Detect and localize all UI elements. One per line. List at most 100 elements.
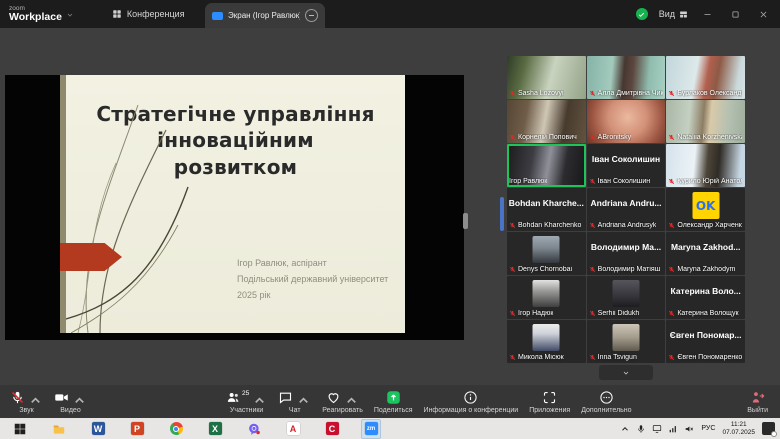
participant-tile[interactable]: Maryna Zakhod...Maryna Zakhodym [666,232,745,275]
taskbar-chrome-icon[interactable] [167,420,185,438]
conference-menu-item[interactable]: Конференция [112,9,185,19]
security-shield-icon[interactable] [636,8,648,20]
hidden-icons-icon[interactable] [620,424,630,434]
participant-label: Корнелій Попович [509,134,577,141]
participant-label: Алла Дмитрівна Чик... [589,90,663,97]
toolbar-label: Приложения [529,407,570,414]
participant-label-text: Nataliia Korzhenivska [677,134,742,141]
toolbar-leave-button[interactable]: Выйти [747,390,768,414]
participant-tile[interactable]: Nataliia Korzhenivska [666,100,745,143]
participant-tile[interactable]: Катерина Воло...Катерина Волощук [666,276,745,319]
taskbar-word-icon[interactable]: W [89,420,107,438]
participant-tile[interactable]: Євген Пономар...Євген Пономаренко [666,320,745,363]
clock-time: 11:21 [731,421,747,428]
participant-label: Sasha Lozovyi [509,90,564,97]
participant-tile[interactable]: Sasha Lozovyi [507,56,586,99]
participant-tile[interactable]: Serhii Didukh [587,276,666,319]
panel-divider-handle[interactable] [463,213,468,229]
taskbar-c-browser-icon[interactable]: C [323,420,341,438]
display-icon[interactable] [652,424,662,434]
minimize-window-icon[interactable] [699,8,716,21]
apps-icon [542,390,557,405]
toolbar-share-button[interactable]: Поделиться [374,390,413,414]
participant-tile[interactable]: Микола Місюк [507,320,586,363]
participant-tile[interactable]: Denys Chornobai [507,232,586,275]
volume-icon[interactable] [684,424,694,434]
participant-label: Бурлаков Олександр [668,90,742,97]
chevron-down-icon[interactable] [66,11,74,19]
mic-muted-icon [509,134,516,141]
chevron-up-icon[interactable] [28,393,43,408]
participants-grid: Sasha Lozovyi Алла Дмитрівна Чик... Бурлак… [507,56,745,363]
toolbar-info-button[interactable]: Информация о конференции [424,390,519,414]
chevron-up-icon[interactable] [344,393,359,408]
participant-label-text: Maryna Zakhodym [677,266,735,273]
taskbar-explorer-icon[interactable] [50,420,68,438]
participant-tile[interactable]: Ігор Равлюк [507,144,586,187]
chevron-up-icon[interactable] [296,393,311,408]
toolbar-mic-muted-button[interactable]: Звук [10,390,43,414]
participant-label-text: Sasha Lozovyi [518,90,564,97]
maximize-window-icon[interactable] [727,8,744,21]
toolbar-participants-button[interactable]: 25Участники [226,390,267,414]
tab-screen-share[interactable]: Экран (Ігор Равлюк) [205,3,325,28]
taskbar-acrobat-icon[interactable]: A [284,420,302,438]
toolbar-apps-button[interactable]: Приложения [529,390,570,414]
zoom-letter: zm [365,422,378,435]
toolbar-more-button[interactable]: Дополнительно [581,390,631,414]
camera-icon [54,390,69,405]
slide-author-year: 2025 рік [237,287,388,303]
participant-tile[interactable]: Курило Юрій Анатол... [666,144,745,187]
notifications-icon[interactable] [762,422,775,435]
close-window-icon[interactable] [755,8,772,21]
chevron-up-icon[interactable] [72,393,87,408]
participant-tile[interactable]: OKОлександр Харченко [666,188,745,231]
participant-tile[interactable]: Бурлаков Олександр [666,56,745,99]
toolbar-react-button[interactable]: Реагировать [322,390,363,414]
participants-icon [226,390,241,405]
microphone-icon[interactable] [636,424,646,434]
taskbar-tray: РУС 11:21 07.07.2025 [620,421,775,436]
mic-muted-icon [589,134,596,141]
slide-author-university: Подільський державний університет [237,271,388,287]
grid-scrollbar-thumb[interactable] [500,197,504,231]
language-indicator[interactable]: РУС [701,425,715,432]
tab-minus-icon[interactable] [305,9,318,22]
participant-tile[interactable]: ABronitsky [587,100,666,143]
slide-author-block: Ігор Равлюк, аспірант Подільський держав… [237,255,388,303]
participant-label-text: Корнелій Попович [518,134,577,141]
toolbar-camera-button[interactable]: Видео [54,390,87,414]
mic-muted-icon [509,266,516,273]
taskbar-powerpoint-icon[interactable]: P [128,420,146,438]
participant-tile[interactable]: Алла Дмитрівна Чик... [587,56,666,99]
toolbar-label: Звук [19,407,33,414]
participant-tile[interactable]: Andriana Andru...Andriana Andrusyk [587,188,666,231]
participant-name-text: Володимир Ма... [587,242,666,252]
network-icon[interactable] [668,424,678,434]
zoom-workplace-logo[interactable]: zoom Workplace [9,6,74,23]
chevron-down-icon [621,369,631,377]
participant-tile[interactable]: Inna Tsvigun [587,320,666,363]
participant-label-text: Ігор Равлюк [509,178,547,185]
view-button[interactable]: Вид [659,9,688,19]
participant-name-text: Bohdan Kharche... [507,198,586,208]
taskbar-start-icon[interactable] [11,420,29,438]
react-icon [326,390,341,405]
presentation-slide: Стратегічне управління інноваційним розв… [66,75,405,333]
conference-label: Конференция [127,9,185,19]
share-icon [386,390,401,405]
participant-tile[interactable]: Іван СоколишинІван Соколишин [587,144,666,187]
taskbar-clock[interactable]: 11:21 07.07.2025 [722,421,755,436]
grid-collapse-button[interactable] [599,365,653,380]
taskbar-zoom-icon[interactable]: zm [362,420,380,438]
toolbar-chat-button[interactable]: Чат [278,390,311,414]
participant-avatar [612,280,639,307]
taskbar-viber-icon[interactable] [245,420,263,438]
taskbar-excel-icon[interactable]: X [206,420,224,438]
chevron-up-icon[interactable] [252,393,267,408]
participant-tile[interactable]: Корнелій Попович [507,100,586,143]
participant-tile[interactable]: Володимир Ма...Володимир Матіяш [587,232,666,275]
participant-label: Inna Tsvigun [589,354,637,361]
participant-tile[interactable]: Ігор Надюк [507,276,586,319]
participant-tile[interactable]: Bohdan Kharche...Bohdan Kharchenko [507,188,586,231]
